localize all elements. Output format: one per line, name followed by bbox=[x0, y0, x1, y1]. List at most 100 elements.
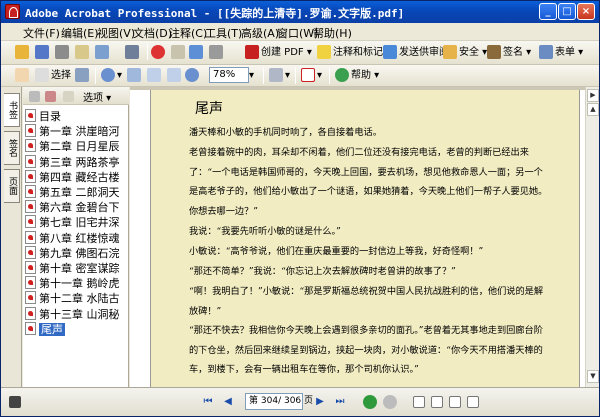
snapshot-tool-icon[interactable] bbox=[75, 67, 91, 85]
zoom-dropdown-icon[interactable]: ▾ bbox=[249, 67, 254, 85]
fit-page-icon[interactable] bbox=[147, 67, 163, 85]
paragraph: “那还不简单？”我说：“你忘记上次去解放碑时老曾讲的故事了？” bbox=[189, 266, 456, 277]
create-pdf-icon bbox=[245, 45, 259, 59]
first-page-button[interactable]: ⏮ bbox=[201, 395, 215, 409]
view-toolbar: 选择 ▾ 78% ▾ ▾ ▾ 帮助 ▾ bbox=[1, 65, 599, 87]
options-menu[interactable]: 选项 ▾ bbox=[83, 89, 111, 104]
bookmark-label: 第一章 洪崖暗河 bbox=[39, 125, 120, 139]
menu-file[interactable]: 文件(F) bbox=[23, 25, 60, 41]
bookmark-item[interactable]: 第八章 红楼惊魂 bbox=[25, 230, 127, 246]
title-bar[interactable]: Adobe Acrobat Professional - [[失踪的上清寺].罗… bbox=[1, 1, 599, 23]
bookmark-icon bbox=[25, 261, 36, 274]
menu-document[interactable]: 文档(D) bbox=[133, 25, 172, 41]
sign-button[interactable]: 签名 ▾ bbox=[487, 44, 531, 62]
hand-tool-icon[interactable] bbox=[15, 67, 31, 85]
bookmark-item[interactable]: 第五章 二郎洞天 bbox=[25, 185, 127, 200]
close-button[interactable]: × bbox=[577, 3, 595, 20]
new-bookmark-icon[interactable] bbox=[45, 88, 58, 106]
chapter-heading: 尾声 bbox=[195, 101, 223, 117]
bookmark-item[interactable]: 第三章 两路茶亭 bbox=[25, 154, 127, 170]
menu-help[interactable]: 帮助(H) bbox=[313, 25, 352, 41]
expand-bookmark-icon[interactable] bbox=[63, 88, 76, 106]
minimize-button[interactable]: _ bbox=[539, 3, 557, 20]
go-back-icon[interactable] bbox=[363, 395, 377, 409]
bookmark-icon bbox=[25, 291, 36, 305]
bookmark-item[interactable]: 第十三章 山洞秘 bbox=[25, 306, 127, 322]
tab-pages[interactable]: 页面 bbox=[4, 169, 20, 203]
paragraph: “那还不快去？我相信你今天晚上会遇到很多亲切的面孔。”老曾着无其事地走到回廊台阶… bbox=[189, 325, 543, 376]
bookmark-icon bbox=[25, 124, 36, 138]
organizer-icon[interactable] bbox=[95, 44, 111, 62]
bookmark-item[interactable]: 第十章 密室谋踪 bbox=[25, 261, 127, 276]
scroll-up-icon[interactable]: ▶ bbox=[587, 89, 599, 102]
paragraph: 潘天棒和小敏的手机同时响了，各自接着电话。 bbox=[189, 127, 382, 138]
comment-markup-button[interactable]: 注释和标记 ▾ bbox=[317, 44, 391, 62]
page-size-icon bbox=[9, 394, 23, 412]
delete-bookmark-icon[interactable] bbox=[29, 88, 42, 106]
previous-page-button[interactable]: ◀ bbox=[221, 395, 235, 409]
bookmark-label: 第十三章 山洞秘 bbox=[39, 307, 120, 321]
paragraph: 我说：“我要先听听小敏的谜是什么。” bbox=[189, 226, 341, 237]
tab-bookmarks[interactable]: 书签 bbox=[4, 93, 20, 127]
continuous-icon[interactable] bbox=[431, 394, 445, 412]
rotate-view-icon[interactable]: ▾ bbox=[269, 67, 290, 85]
scroll-down-arrow[interactable]: ▼ bbox=[587, 370, 599, 383]
print-icon[interactable] bbox=[55, 44, 71, 62]
zoom-in-icon[interactable]: ▾ bbox=[101, 67, 122, 85]
bookmark-label: 第三章 两路茶亭 bbox=[39, 155, 120, 169]
scroll-up-arrow[interactable]: ▲ bbox=[587, 103, 599, 116]
review-icon bbox=[383, 45, 397, 59]
tab-signatures[interactable]: 签名 bbox=[4, 131, 20, 165]
bookmark-item[interactable]: 第十二章 水陆古 bbox=[25, 291, 127, 306]
vertical-scrollbar[interactable]: ▶ ▲ ▼ bbox=[585, 87, 599, 387]
bookmark-label: 第十一章 鹅岭虎 bbox=[39, 277, 120, 291]
bookmark-item[interactable]: 第七章 旧宅井深 bbox=[25, 215, 127, 230]
open-icon[interactable] bbox=[15, 44, 31, 62]
menu-edit[interactable]: 编辑(E) bbox=[61, 25, 99, 41]
maximize-button[interactable]: □ bbox=[558, 3, 576, 20]
last-page-button[interactable]: ⏭ bbox=[333, 395, 347, 409]
menu-advanced[interactable]: 高级(A) bbox=[241, 25, 279, 41]
bookmark-icon bbox=[25, 321, 36, 335]
single-page-icon[interactable] bbox=[413, 394, 427, 412]
snapshot-icon[interactable] bbox=[171, 44, 187, 62]
menu-view[interactable]: 视图(V) bbox=[97, 25, 135, 41]
bookmark-label: 第七章 旧宅井深 bbox=[39, 216, 120, 230]
help-button[interactable]: 帮助 ▾ bbox=[335, 67, 379, 85]
secure-button[interactable]: 安全 ▾ bbox=[443, 44, 487, 62]
tools-icon[interactable] bbox=[209, 44, 225, 62]
bookmarks-toolbar: 选项 ▾ bbox=[23, 87, 129, 105]
bookmark-item[interactable]: 第二章 日月星辰 bbox=[25, 139, 127, 154]
attach-icon[interactable] bbox=[125, 44, 141, 62]
search-web-icon[interactable] bbox=[151, 44, 167, 62]
go-forward-icon[interactable] bbox=[383, 395, 397, 409]
page-number-field[interactable]: 第 304/ 306 页 bbox=[245, 393, 313, 410]
bookmark-icon bbox=[25, 215, 36, 229]
continuous-facing-icon[interactable] bbox=[467, 394, 481, 412]
bookmark-item[interactable]: 第四章 藏经古楼 bbox=[25, 169, 127, 185]
save-icon[interactable] bbox=[35, 44, 51, 62]
facing-icon[interactable] bbox=[449, 394, 463, 412]
bookmark-item[interactable]: 第一章 洪崖暗河 bbox=[25, 124, 127, 139]
zoom-out-icon[interactable] bbox=[185, 67, 201, 85]
window-title: Adobe Acrobat Professional - [[失踪的上清寺].罗… bbox=[25, 7, 405, 20]
email-icon[interactable] bbox=[75, 44, 91, 62]
scan-icon[interactable] bbox=[189, 44, 205, 62]
yahoo-icon[interactable]: ▾ bbox=[301, 67, 322, 85]
bookmark-item[interactable]: 目录 bbox=[25, 109, 127, 124]
next-page-button[interactable]: ▶ bbox=[313, 395, 327, 409]
bookmark-item[interactable]: 第六章 金碧台下 bbox=[25, 200, 127, 215]
bookmark-item[interactable]: 第九章 佛图石浣 bbox=[25, 245, 127, 261]
select-tool-button[interactable]: 选择 bbox=[35, 67, 71, 85]
create-pdf-button[interactable]: 创建 PDF ▾ bbox=[245, 44, 312, 62]
paragraph: “啊！我明白了！”小敏说：“那是罗斯福总统祝贺中国人民抗战胜利的信，他们说的是解… bbox=[189, 286, 544, 317]
menu-tools[interactable]: 工具(T) bbox=[205, 25, 242, 41]
actual-size-icon[interactable] bbox=[127, 67, 143, 85]
menu-comments[interactable]: 注释(C) bbox=[169, 25, 207, 41]
fit-width-icon[interactable] bbox=[167, 67, 183, 85]
bookmark-item[interactable]: 尾声 bbox=[25, 321, 127, 337]
bookmark-item[interactable]: 第十一章 鹅岭虎 bbox=[25, 276, 127, 291]
forms-button[interactable]: 表单 ▾ bbox=[539, 44, 583, 62]
zoom-input[interactable]: 78% bbox=[209, 67, 249, 83]
lock-icon bbox=[443, 45, 457, 59]
